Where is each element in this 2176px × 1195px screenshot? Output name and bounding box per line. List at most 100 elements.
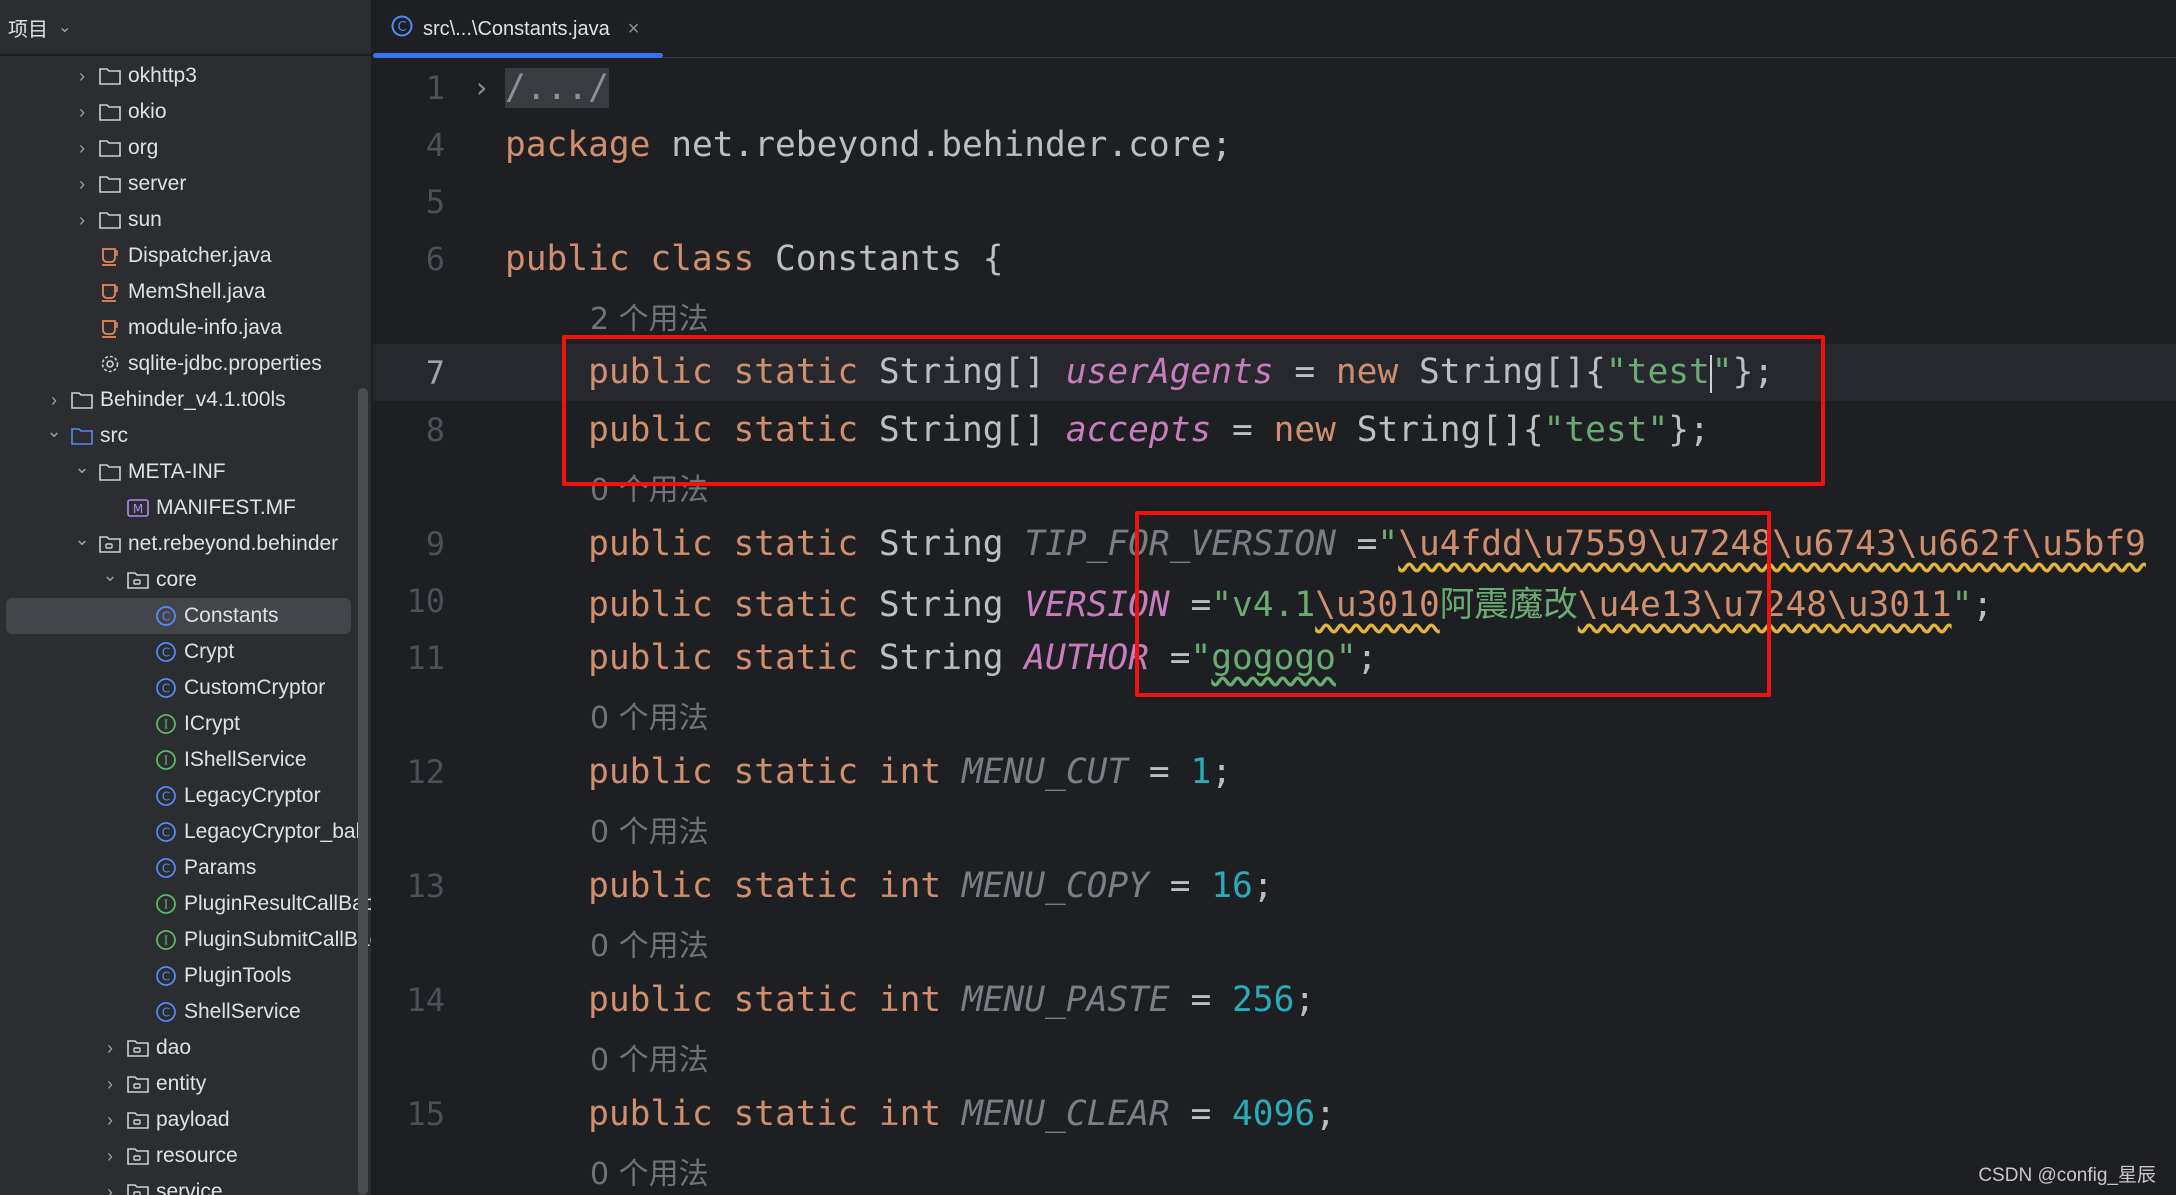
chevron-right-icon[interactable]: › xyxy=(44,390,64,411)
tree-item-net-rebeyond-behinder[interactable]: ⌄ net.rebeyond.behinder xyxy=(6,526,351,562)
chevron-right-icon[interactable]: › xyxy=(72,138,92,159)
tree-item-module-info-java[interactable]: module-info.java xyxy=(6,310,351,346)
tree-item-sun[interactable]: › sun xyxy=(6,202,351,238)
code-text[interactable]: public static int MENU_COPY = 16; xyxy=(505,866,1274,906)
tree-item-params[interactable]: C Params xyxy=(6,850,351,886)
code-text[interactable]: public static String[] userAgents = new … xyxy=(505,352,1774,393)
chevron-right-icon[interactable]: › xyxy=(72,102,92,123)
tree-item-dispatcher-java[interactable]: Dispatcher.java xyxy=(6,238,351,274)
tree-item-src[interactable]: ⌄ src xyxy=(6,418,351,454)
code-text[interactable]: public static int MENU_CUT = 1; xyxy=(505,752,1232,792)
usage-count-hint[interactable]: 0 个用法 xyxy=(590,693,709,737)
tree-item-label: META-INF xyxy=(128,460,226,483)
chevron-right-icon[interactable]: › xyxy=(100,1038,120,1059)
tree-item-label: module-info.java xyxy=(128,316,283,339)
tab-constants-java[interactable]: C src\...\Constants.java × xyxy=(373,0,663,58)
code-text[interactable]: public static int MENU_PASTE = 256; xyxy=(505,980,1315,1020)
usage-count-hint[interactable]: 0 个用法 xyxy=(590,921,709,965)
line-number: 8 xyxy=(425,410,445,449)
tree-item-legacycryptor-bak[interactable]: C LegacyCryptor_bak xyxy=(6,814,366,850)
usage-hint: 0 个用法 xyxy=(373,458,2176,515)
tree-item-okhttp3[interactable]: › okhttp3 xyxy=(6,58,351,94)
chevron-down-icon[interactable]: ⌄ xyxy=(44,421,64,442)
tree-item-pluginsubmitcallback[interactable]: I PluginSubmitCallBack xyxy=(6,922,371,958)
usage-count-hint[interactable]: 0 个用法 xyxy=(590,1149,709,1193)
tree-item-customcryptor[interactable]: C CustomCryptor xyxy=(6,670,351,706)
tree-item-service[interactable]: › service xyxy=(6,1174,351,1195)
code-token: userAgents xyxy=(1065,352,1274,393)
tree-item-org[interactable]: › org xyxy=(6,130,351,166)
usage-count-hint[interactable]: 2 个用法 xyxy=(590,294,709,338)
tree-item-crypt[interactable]: C Crypt xyxy=(6,634,351,670)
tree-item-entity[interactable]: › entity xyxy=(6,1066,351,1102)
code-token: 16 xyxy=(1211,865,1253,906)
close-icon[interactable]: × xyxy=(628,18,640,41)
tree-item-memshell-java[interactable]: MemShell.java xyxy=(6,274,351,310)
code-text[interactable]: public static String TIP_FOR_VERSION ="\… xyxy=(505,524,2146,564)
package-icon xyxy=(126,1108,150,1132)
code-token: AUTHOR xyxy=(1024,637,1149,678)
tree-item-okio[interactable]: › okio xyxy=(6,94,351,130)
tree-item-pluginresultcallback[interactable]: I PluginResultCallBack xyxy=(6,886,371,922)
tree-item-label: org xyxy=(128,136,159,159)
code-line: 12 public static int MENU_CUT = 1; xyxy=(373,743,2176,800)
chevron-down-icon[interactable]: ⌄ xyxy=(72,457,92,478)
tree-item-server[interactable]: › server xyxy=(6,166,351,202)
folder-icon xyxy=(98,172,122,196)
tree-item-label: MemShell.java xyxy=(128,280,266,303)
tree-item-dao[interactable]: › dao xyxy=(6,1030,351,1066)
chevron-right-icon[interactable]: › xyxy=(72,210,92,231)
chevron-right-icon[interactable]: › xyxy=(100,1146,120,1167)
tree-item-plugintools[interactable]: C PluginTools xyxy=(6,958,351,994)
chevron-down-icon[interactable]: ⌄ xyxy=(72,529,92,550)
line-number: 13 xyxy=(406,866,445,905)
tree-item-behinder-v4-1-t00ls[interactable]: › Behinder_v4.1.t00ls xyxy=(6,382,351,418)
code-text[interactable]: public static int MENU_CLEAR = 4096; xyxy=(505,1094,1336,1134)
chevron-right-icon[interactable]: › xyxy=(100,1182,120,1195)
package-icon xyxy=(126,1036,150,1060)
code-editor[interactable]: C src\...\Constants.java × 1 › /.../ 4 packa… xyxy=(373,0,2176,1195)
code-token: String xyxy=(878,584,1004,625)
tree-item-meta-inf[interactable]: ⌄ META-INF xyxy=(6,454,351,490)
code-token: public static int xyxy=(505,979,942,1020)
tree-item-icrypt[interactable]: I ICrypt xyxy=(6,706,351,742)
tree-item-payload[interactable]: › payload xyxy=(6,1102,351,1138)
code-token: " xyxy=(1335,637,1357,678)
code-text[interactable]: public static String AUTHOR ="gogogo"; xyxy=(505,638,1377,678)
code-text[interactable]: package net.rebeyond.behinder.core; xyxy=(505,125,1232,165)
code-token: "v4.1 xyxy=(1211,584,1316,625)
sidebar-scrollbar[interactable] xyxy=(358,388,368,1195)
chevron-down-icon[interactable]: ⌄ xyxy=(58,17,71,37)
chevron-right-icon[interactable]: › xyxy=(72,66,92,87)
tree-item-shellservice[interactable]: C ShellService xyxy=(6,994,351,1030)
project-view-header[interactable]: 项目 ⌄ xyxy=(0,0,371,56)
code-text[interactable]: public static String VERSION ="v4.1\u301… xyxy=(505,576,1993,626)
code-text[interactable]: /.../ xyxy=(505,67,609,108)
tree-item-label: payload xyxy=(156,1108,230,1131)
code-line: 11 public static String AUTHOR ="gogogo"… xyxy=(373,629,2176,686)
tree-item-constants[interactable]: C Constants xyxy=(6,598,351,634)
tree-item-ishellservice[interactable]: I IShellService xyxy=(6,742,351,778)
fold-chevron-icon[interactable]: › xyxy=(473,71,490,104)
code-text[interactable]: public class Constants { xyxy=(505,239,1004,279)
chevron-right-icon[interactable]: › xyxy=(100,1074,120,1095)
tree-item-resource[interactable]: › resource xyxy=(6,1138,351,1174)
chevron-right-icon[interactable]: › xyxy=(100,1110,120,1131)
usage-count-hint[interactable]: 0 个用法 xyxy=(590,1035,709,1079)
code-token: public class xyxy=(505,238,755,279)
chevron-right-icon[interactable]: › xyxy=(72,174,92,195)
code-text[interactable]: public static String[] accepts = new Str… xyxy=(505,410,1710,450)
tree-item-legacycryptor[interactable]: C LegacyCryptor xyxy=(6,778,351,814)
tree-item-sqlite-jdbc-properties[interactable]: sqlite-jdbc.properties xyxy=(6,346,351,382)
code-token: 1 xyxy=(1190,751,1212,792)
usage-count-hint[interactable]: 0 个用法 xyxy=(590,465,709,509)
class-icon: C xyxy=(154,784,178,808)
tree-item-manifest-mf[interactable]: M MANIFEST.MF xyxy=(6,490,351,526)
tree-item-core[interactable]: ⌄ core xyxy=(6,562,351,598)
chevron-down-icon[interactable]: ⌄ xyxy=(100,565,120,586)
active-tab-indicator xyxy=(373,53,663,58)
folder-icon xyxy=(98,208,122,232)
svg-text:C: C xyxy=(162,970,170,984)
code-token: "test" xyxy=(1543,409,1669,450)
usage-count-hint[interactable]: 0 个用法 xyxy=(590,807,709,851)
